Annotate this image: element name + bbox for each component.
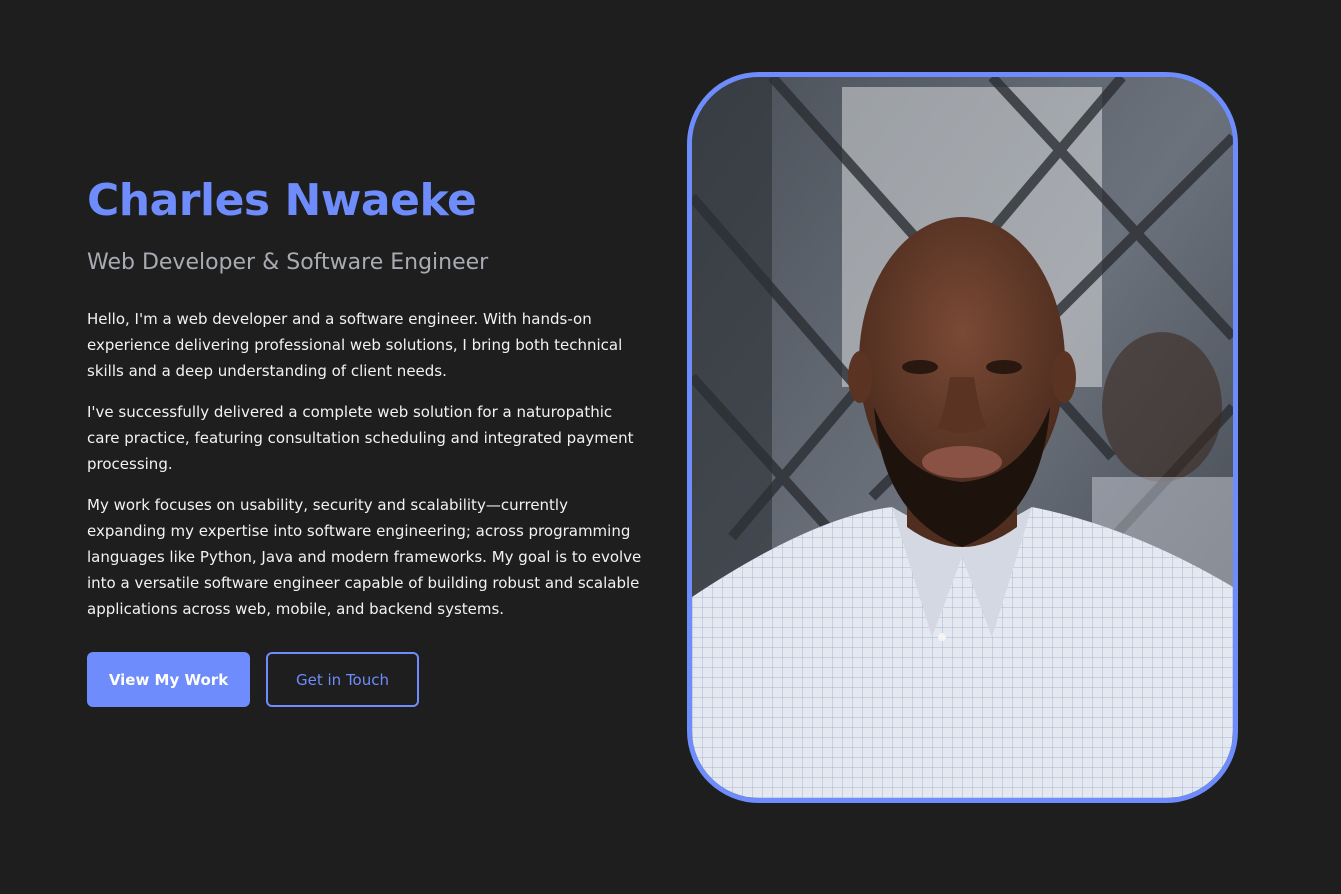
get-in-touch-button[interactable]: Get in Touch [266, 652, 419, 707]
profile-photo [687, 72, 1238, 803]
hero-text-column: Charles Nwaeke Web Developer & Software … [87, 170, 647, 707]
project-paragraph: I've successfully delivered a complete w… [87, 403, 634, 473]
hero-role: Web Developer & Software Engineer [87, 250, 489, 275]
intro-paragraph: Hello, I'm a web developer and a softwar… [87, 310, 623, 380]
hero-section: Charles Nwaeke Web Developer & Software … [0, 0, 1341, 894]
portrait-illustration [692, 77, 1233, 798]
hero-name: Charles Nwaeke [87, 175, 477, 226]
hero-buttons: View My Work Get in Touch [87, 652, 647, 707]
view-my-work-button[interactable]: View My Work [87, 652, 250, 707]
focus-paragraph: My work focuses on usability, security a… [87, 496, 642, 618]
